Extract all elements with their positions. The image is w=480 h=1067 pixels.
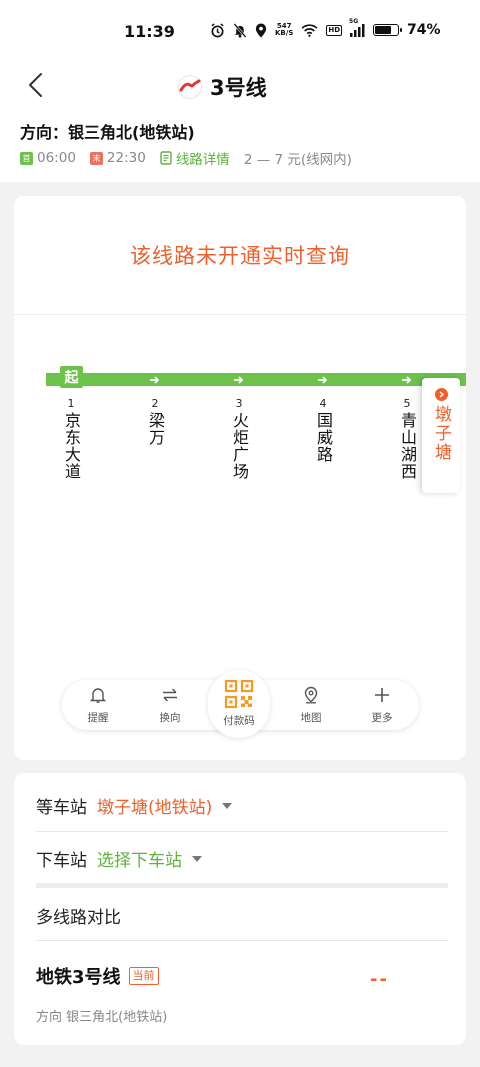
alarm-icon bbox=[210, 22, 225, 38]
line-meta: 首 06:00 末 22:30 线路详情 2 — 7 元(线网内) bbox=[20, 148, 352, 168]
more-label: 更多 bbox=[371, 712, 393, 724]
direction-arrow-icon bbox=[317, 373, 331, 386]
battery-icon bbox=[373, 24, 403, 36]
station-item[interactable]: 5 青山湖西 bbox=[395, 396, 419, 480]
station-item[interactable]: 1 京东大道 bbox=[59, 396, 83, 480]
swap-icon bbox=[163, 688, 177, 702]
station-number: 1 bbox=[67, 397, 75, 410]
current-station-name: 墩子塘 bbox=[431, 405, 451, 462]
more-button[interactable]: 更多 bbox=[357, 686, 407, 725]
fare-text: 2 — 7 元(线网内) bbox=[243, 152, 352, 168]
title-wrap: 3号线 bbox=[176, 72, 267, 102]
wait-station-label: 等车站 bbox=[36, 798, 87, 818]
alight-station-value: 选择下车站 bbox=[97, 851, 182, 871]
station-item[interactable]: 4 国威路 bbox=[311, 396, 335, 463]
net-speed: 547 KB/S bbox=[275, 23, 293, 37]
station-name: 国威路 bbox=[314, 412, 333, 463]
bell-icon bbox=[89, 688, 107, 703]
direction-arrow-icon bbox=[149, 373, 163, 386]
direction-arrow-icon bbox=[233, 373, 247, 386]
map-label: 地图 bbox=[300, 712, 322, 724]
net-speed-unit: KB/S bbox=[275, 29, 294, 37]
status-icons: 547 KB/S HD 5G 74% bbox=[210, 18, 441, 38]
wifi-icon bbox=[301, 23, 318, 37]
remind-button[interactable]: 提醒 bbox=[73, 686, 123, 725]
alight-station-row[interactable]: 下车站 选择下车站 bbox=[36, 846, 202, 871]
back-arrow-icon bbox=[29, 73, 42, 97]
signal-label: 5G bbox=[349, 17, 359, 25]
map-pin-icon bbox=[304, 686, 318, 704]
battery-fill bbox=[375, 26, 391, 34]
wait-station-row[interactable]: 等车站 墩子塘(地铁站) bbox=[36, 793, 233, 818]
hd-icon: HD bbox=[326, 24, 343, 36]
pay-label: 付款码 bbox=[223, 715, 255, 727]
line-detail-label: 线路详情 bbox=[175, 152, 230, 168]
mute-icon bbox=[233, 22, 247, 38]
page-title: 3号线 bbox=[210, 76, 267, 100]
boarding-card: 等车站 墩子塘(地铁站) 下车站 选择下车站 多线路对比 地铁3号线 当前 --… bbox=[14, 773, 466, 1045]
location-icon bbox=[255, 22, 267, 38]
start-badge: 起 bbox=[60, 366, 83, 388]
switch-label: 换向 bbox=[159, 712, 181, 724]
signal-icon: 5G bbox=[349, 18, 365, 37]
metro-direction: 方向 银三角北(地铁站) bbox=[36, 1010, 168, 1025]
battery-percent: 74% bbox=[407, 22, 441, 38]
direction-text: 方向：银三角北(地铁站) bbox=[20, 123, 195, 142]
divider bbox=[36, 831, 448, 832]
divider bbox=[14, 314, 466, 315]
realtime-notice: 该线路未开通实时查询 bbox=[130, 244, 350, 268]
divider bbox=[36, 940, 448, 941]
station-number: 5 bbox=[403, 397, 411, 410]
metro-line-name: 地铁3号线 bbox=[36, 967, 121, 988]
metro-line-title: 地铁3号线 当前 bbox=[36, 963, 159, 989]
current-station-marker[interactable]: 墩子塘 bbox=[422, 378, 460, 493]
station-number: 2 bbox=[151, 397, 159, 410]
qr-code-icon bbox=[224, 679, 254, 709]
dropdown-caret-icon bbox=[192, 855, 202, 862]
station-number: 3 bbox=[235, 397, 243, 410]
current-badge: 当前 bbox=[128, 967, 159, 985]
multi-line-compare[interactable]: 多线路对比 bbox=[36, 903, 121, 928]
station-item[interactable]: 2 梁万 bbox=[143, 396, 167, 446]
current-location-icon bbox=[434, 388, 448, 401]
map-button[interactable]: 地图 bbox=[286, 686, 336, 725]
last-time: 22:30 bbox=[106, 150, 146, 166]
status-bar: 11:39 547 KB/S HD 5G 74% bbox=[0, 0, 480, 62]
remind-label: 提醒 bbox=[87, 712, 109, 724]
divider bbox=[36, 883, 448, 888]
station-name: 青山湖西 bbox=[398, 412, 417, 480]
switch-direction-button[interactable]: 换向 bbox=[145, 686, 195, 725]
status-time: 11:39 bbox=[124, 22, 175, 41]
station-item[interactable]: 3 火炬广场 bbox=[227, 396, 251, 480]
alight-station-label: 下车站 bbox=[36, 851, 87, 871]
line-header: 3号线 方向：银三角北(地铁站) 首 06:00 末 22:30 线路详情 2 … bbox=[0, 62, 480, 182]
document-icon bbox=[160, 151, 172, 165]
wait-station-value: 墩子塘(地铁站) bbox=[97, 798, 213, 818]
plus-icon bbox=[375, 688, 389, 702]
metro-logo-icon bbox=[178, 75, 202, 99]
first-time: 06:00 bbox=[37, 150, 76, 166]
line-detail-link[interactable]: 线路详情 bbox=[160, 148, 230, 168]
direction-arrow-icon bbox=[401, 373, 415, 386]
station-name: 火炬广场 bbox=[230, 412, 249, 480]
station-name: 梁万 bbox=[146, 412, 165, 446]
last-bus-icon: 末 bbox=[89, 151, 103, 165]
first-bus-icon: 首 bbox=[20, 151, 33, 165]
dropdown-caret-icon bbox=[222, 802, 233, 809]
payment-code-button[interactable]: 付款码 bbox=[208, 670, 270, 738]
back-button[interactable] bbox=[22, 70, 52, 100]
station-name: 京东大道 bbox=[62, 412, 81, 480]
station-number: 4 bbox=[319, 397, 327, 410]
eta-value: -- bbox=[370, 969, 389, 990]
